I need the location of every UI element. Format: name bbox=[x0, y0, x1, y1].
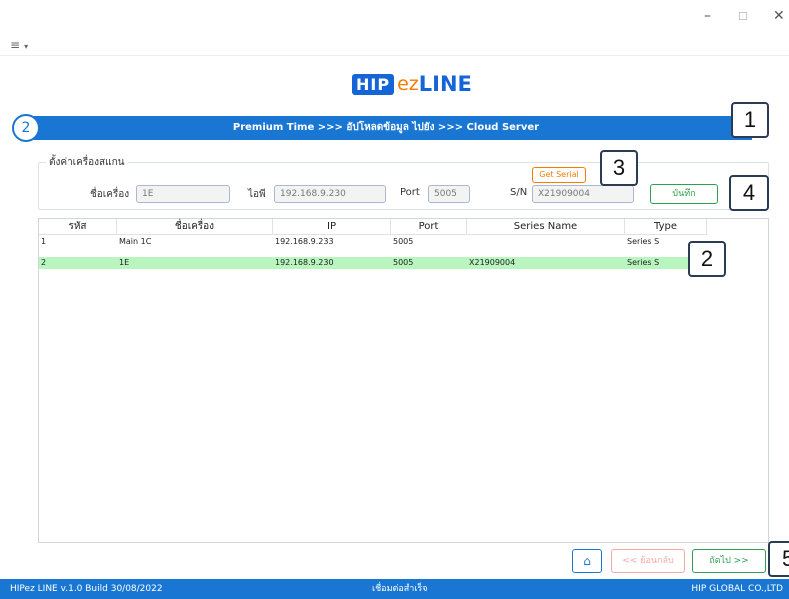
callout-2: 2 bbox=[688, 241, 726, 277]
cell-id: 1 bbox=[41, 237, 47, 246]
machine-name-label: ชื่อเครื่อง bbox=[90, 189, 130, 200]
close-button[interactable]: ✕ bbox=[773, 8, 785, 24]
column-header-id[interactable]: รหัส bbox=[39, 219, 117, 235]
column-header-series-name[interactable]: Series Name bbox=[467, 219, 625, 235]
home-icon: ⌂ bbox=[583, 554, 591, 568]
ip-field[interactable]: 192.168.9.230 bbox=[274, 185, 386, 203]
sn-label: S/N bbox=[510, 187, 528, 198]
hamburger-menu-button[interactable]: ≡ ▾ bbox=[10, 38, 28, 52]
back-button[interactable]: << ย้อนกลับ bbox=[611, 549, 685, 573]
cell-name: Main 1C bbox=[119, 237, 152, 246]
port-label: Port bbox=[400, 187, 420, 198]
column-header-ip[interactable]: IP bbox=[273, 219, 391, 235]
cell-series-name bbox=[467, 236, 625, 248]
table-row[interactable]: 1 Main 1C 192.168.9.233 5005 Series S bbox=[39, 236, 707, 248]
cell-ip: 192.168.9.233 bbox=[275, 237, 334, 246]
ip-label: ไอพี bbox=[248, 189, 266, 200]
scanner-table: รหัส ชื่อเครื่อง IP Port Series Name Typ… bbox=[38, 218, 769, 543]
status-bar: HIPez LINE v.1.0 Build 30/08/2022 เชื่อม… bbox=[0, 579, 789, 599]
cell-series-name: X21909004 bbox=[469, 258, 516, 267]
column-header-name[interactable]: ชื่อเครื่อง bbox=[117, 219, 273, 235]
column-header-type[interactable]: Type bbox=[625, 219, 707, 235]
cell-id: 2 bbox=[41, 258, 47, 267]
next-button[interactable]: ถัดไป >> bbox=[692, 549, 766, 573]
callout-1: 1 bbox=[731, 102, 769, 138]
scanner-settings-legend: ตั้งค่าเครื่องสแกน bbox=[46, 155, 128, 170]
minimize-button[interactable]: – bbox=[704, 8, 711, 24]
column-header-port[interactable]: Port bbox=[391, 219, 467, 235]
save-button[interactable]: บันทึก bbox=[650, 184, 718, 204]
table-header: รหัส ชื่อเครื่อง IP Port Series Name Typ… bbox=[39, 219, 707, 235]
version-text: HIPez LINE v.1.0 Build 30/08/2022 bbox=[10, 584, 163, 594]
menu-icon: ≡ bbox=[10, 38, 21, 52]
callout-4: 4 bbox=[729, 175, 769, 211]
table-row-selected[interactable]: 2 1E 192.168.9.230 5005 X21909004 Series… bbox=[39, 257, 707, 269]
maximize-button[interactable]: ☐ bbox=[738, 10, 748, 23]
chevron-down-icon: ▾ bbox=[24, 42, 29, 51]
callout-5: 5 bbox=[768, 541, 789, 577]
step-header-band: Premium Time >>> อัปโหลดข้อมูล ไปยัง >>>… bbox=[20, 116, 752, 140]
get-serial-button[interactable]: Get Serial bbox=[532, 167, 586, 183]
cell-name: 1E bbox=[119, 258, 130, 267]
machine-name-field[interactable]: 1E bbox=[136, 185, 230, 203]
serial-number-field[interactable]: X21909004 bbox=[532, 185, 634, 203]
home-button[interactable]: ⌂ bbox=[572, 549, 602, 573]
logo-ez: ez bbox=[397, 73, 419, 95]
app-logo: HIP ez LINE bbox=[352, 72, 472, 96]
step-number-badge: 2 bbox=[12, 114, 40, 142]
toolbar-divider bbox=[0, 55, 789, 56]
company-name: HIP GLOBAL CO.,LTD bbox=[691, 584, 783, 594]
logo-hip: HIP bbox=[352, 73, 395, 95]
cell-port: 5005 bbox=[393, 258, 414, 267]
logo-line: LINE bbox=[418, 72, 472, 96]
cell-ip: 192.168.9.230 bbox=[275, 258, 334, 267]
cell-port: 5005 bbox=[393, 237, 414, 246]
callout-3: 3 bbox=[600, 150, 638, 186]
port-field[interactable]: 5005 bbox=[428, 185, 470, 203]
connection-status: เชื่อมต่อสำเร็จ bbox=[372, 584, 428, 594]
